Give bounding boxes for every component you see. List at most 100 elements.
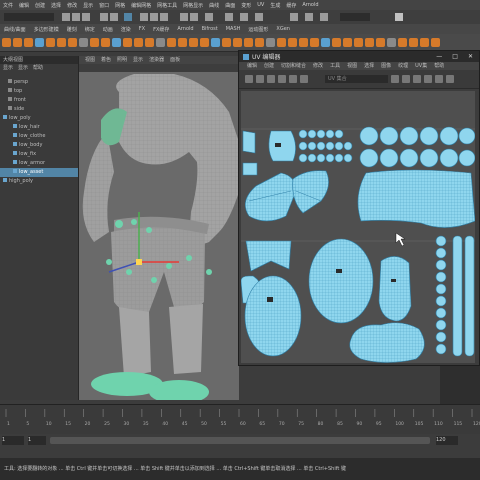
shelf-icon[interactable] [398,38,407,47]
perspective-viewport[interactable]: 视图 着色 照明 显示 渲染器 面板 [79,56,239,400]
menu-item[interactable]: 曲线 [206,2,222,9]
viewport-toolbar[interactable] [79,64,239,72]
shelf-icon[interactable] [211,38,220,47]
shelf-icon[interactable] [79,38,88,47]
range-end-field[interactable]: 120 [436,436,458,445]
outliner-menu-item[interactable]: 显示 [18,64,28,72]
range-slider[interactable]: 1 1 120 [0,434,480,448]
shelf-icon[interactable] [365,38,374,47]
outliner-item[interactable]: low_body [0,141,78,150]
shelf-tab[interactable]: FX [135,26,149,32]
tool-icon[interactable] [402,75,410,83]
shelf-icon[interactable] [409,38,418,47]
shelf-icon[interactable] [431,38,440,47]
outliner-item[interactable]: low_poly [0,114,78,123]
menu-item[interactable]: 网格 [112,2,128,9]
shelf-icon[interactable] [266,38,275,47]
menu-item[interactable]: 修改 [64,2,80,9]
uv-menu-item[interactable]: 视图 [347,62,357,70]
outliner-item[interactable]: persp [0,78,78,87]
uv-editor-menu[interactable]: 编辑 创建 切割和缝合 修改 工具 视图 选择 图像 纹理 UV集 帮助 [239,62,479,70]
viewport-menu-item[interactable]: 着色 [101,56,111,64]
tool-icon[interactable] [278,75,286,83]
shelf-icon[interactable] [134,38,143,47]
shelf-icon[interactable] [376,38,385,47]
menu-item[interactable]: 选择 [48,2,64,9]
tool-icon[interactable] [435,75,443,83]
uv-menu-item[interactable]: UV集 [415,62,427,70]
shelf-icon[interactable] [233,38,242,47]
uv-menu-item[interactable]: 选择 [364,62,374,70]
shelf-icon[interactable] [222,38,231,47]
outliner-item[interactable]: low_asset [0,168,78,177]
shelf-icon[interactable] [178,38,187,47]
shelf-icon[interactable] [343,38,352,47]
shelf-icon[interactable] [277,38,286,47]
menu-item[interactable]: 网格工具 [154,2,180,9]
uv-editor-titlebar[interactable]: UV 编辑器 — □ ✕ [239,51,479,62]
time-ruler[interactable]: 1 5 10 15 20 25 30 35 40 45 50 55 60 65 70 75 80 85 90 95 10… [0,405,480,435]
tool-icon[interactable] [413,75,421,83]
shelf-icon[interactable] [321,38,330,47]
uv-menu-item[interactable]: 切割和缝合 [281,62,306,70]
menu-item[interactable]: 文件 [0,2,16,9]
range-start-inner-field[interactable]: 1 [28,436,46,445]
shelf-icon[interactable] [112,38,121,47]
shelf-icon[interactable] [57,38,66,47]
shelf-tab[interactable]: 雕刻 [63,26,81,33]
menu-item[interactable]: 显示 [80,2,96,9]
uv-menu-item[interactable]: 修改 [313,62,323,70]
shelf-icon[interactable] [244,38,253,47]
shelf-tab[interactable]: 动画 [99,26,117,33]
outliner-menu-item[interactable]: 帮助 [33,64,43,72]
shelf-icon[interactable] [354,38,363,47]
shelf-icon[interactable] [13,38,22,47]
shelf-tab[interactable]: MASH [222,26,245,32]
outliner-menu-item[interactable]: 显示 [3,64,13,72]
range-start-field[interactable]: 1 [2,436,24,445]
outliner-item[interactable]: side [0,105,78,114]
menu-item[interactable]: 窗口 [96,2,112,9]
menu-item[interactable]: 曲面 [222,2,238,9]
uv-menu-item[interactable]: 工具 [330,62,340,70]
shelf-icon[interactable] [288,38,297,47]
shelf-icon[interactable] [101,38,110,47]
shelf-icon[interactable] [90,38,99,47]
tool-icon[interactable] [267,75,275,83]
tool-icon[interactable] [289,75,297,83]
shelf-icon[interactable] [189,38,198,47]
shelf-icon[interactable] [35,38,44,47]
outliner-item[interactable]: high_poly [0,177,78,186]
tool-icon[interactable] [256,75,264,83]
shelf-icon[interactable] [68,38,77,47]
uv-menu-item[interactable]: 帮助 [434,62,444,70]
shelf-icon[interactable] [46,38,55,47]
shelf-tab[interactable]: FX缓存 [149,26,173,33]
shelf-tab[interactable]: 曲线/曲面 [0,26,30,33]
outliner-menu[interactable]: 显示 显示 帮助 [0,64,78,72]
viewport-menu-item[interactable]: 照明 [117,56,127,64]
shelf-tab[interactable]: 多边形建模 [30,26,63,33]
menu-item[interactable]: 创建 [32,2,48,9]
shelf-icon[interactable] [2,38,11,47]
viewport-menu-item[interactable]: 视图 [85,56,95,64]
menu-item[interactable]: UV [254,2,267,8]
menu-item[interactable]: 变形 [238,2,254,9]
shelf-tab[interactable]: 渲染 [117,26,135,33]
menu-item[interactable]: 编辑网格 [128,2,154,9]
outliner-item[interactable]: low_clothe [0,132,78,141]
shelf-tabs[interactable]: 曲线/曲面 多边形建模 雕刻 绑定 动画 渲染 FX FX缓存 Arnold Bifrost MAS… [0,24,480,34]
time-slider[interactable]: 1 5 10 15 20 25 30 35 40 45 50 55 60 65 70 75 80 85 90 95 10… [0,404,480,435]
shelf-tab[interactable]: 绑定 [81,26,99,33]
uv-menu-item[interactable]: 图像 [381,62,391,70]
viewport-menu-item[interactable]: 面板 [170,56,180,64]
tool-icon[interactable] [446,75,454,83]
shelf-icon[interactable] [123,38,132,47]
viewport-menu-item[interactable]: 渲染器 [149,56,164,64]
shelf-icon[interactable] [255,38,264,47]
outliner-item[interactable]: low_armor [0,159,78,168]
menu-item[interactable]: Arnold [299,2,321,8]
viewport-menu[interactable]: 视图 着色 照明 显示 渲染器 面板 [79,56,239,64]
menu-item[interactable]: 网格显示 [180,2,206,9]
outliner-item[interactable]: low_fix [0,150,78,159]
